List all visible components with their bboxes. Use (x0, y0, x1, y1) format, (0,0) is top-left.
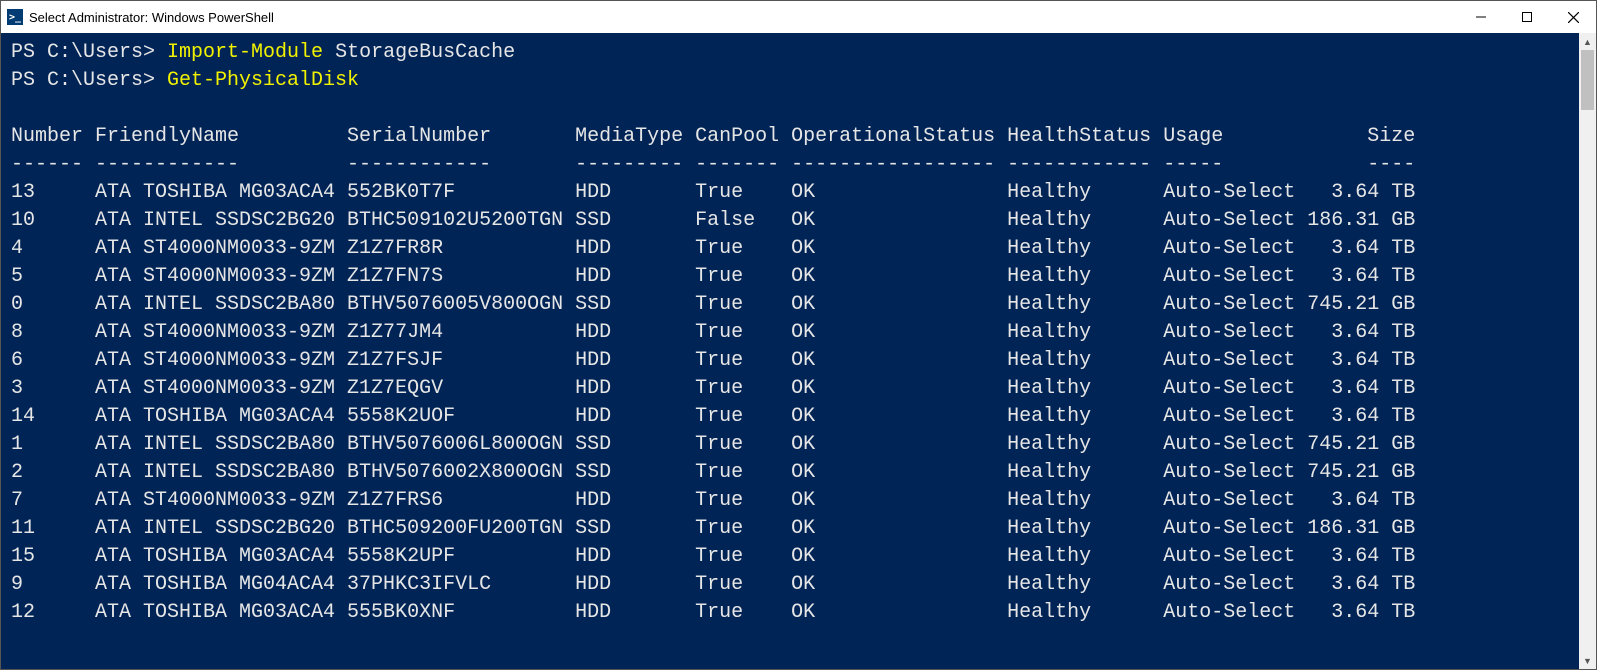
minimize-button[interactable] (1458, 1, 1504, 33)
terminal-area: PS C:\Users> Import-Module StorageBusCac… (1, 33, 1596, 669)
powershell-window: >_ Select Administrator: Windows PowerSh… (0, 0, 1597, 670)
scroll-down-button[interactable]: ▼ (1579, 652, 1596, 669)
window-title: Select Administrator: Windows PowerShell (29, 10, 274, 25)
close-button[interactable] (1550, 1, 1596, 33)
maximize-button[interactable] (1504, 1, 1550, 33)
scroll-thumb[interactable] (1581, 50, 1594, 110)
powershell-icon: >_ (7, 9, 23, 25)
scroll-up-button[interactable]: ▲ (1579, 33, 1596, 50)
titlebar[interactable]: >_ Select Administrator: Windows PowerSh… (1, 1, 1596, 33)
vertical-scrollbar[interactable]: ▲ ▼ (1579, 33, 1596, 669)
terminal-output[interactable]: PS C:\Users> Import-Module StorageBusCac… (1, 33, 1579, 669)
scroll-track[interactable] (1579, 50, 1596, 652)
